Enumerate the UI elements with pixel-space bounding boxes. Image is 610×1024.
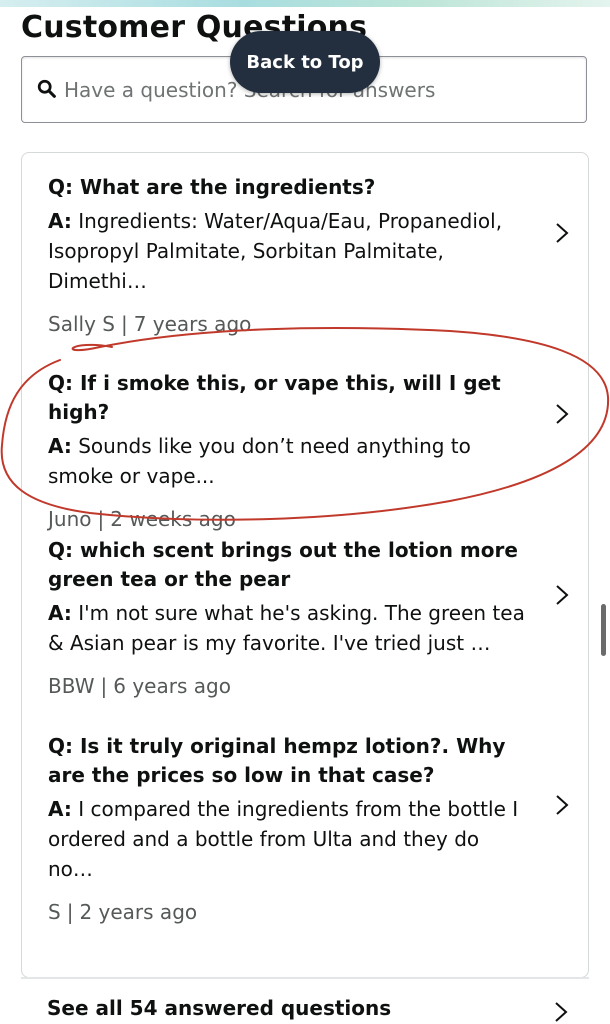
author-name: Juno: [48, 507, 92, 531]
questions-card: Q: What are the ingredients? A: Ingredie…: [21, 152, 589, 978]
qa-item[interactable]: Q: which scent brings out the lotion mor…: [48, 536, 528, 698]
question-text: Q: What are the ingredients?: [48, 175, 376, 199]
answer-body: I'm not sure what he's asking. The green…: [48, 601, 525, 655]
answer-meta: Sally S | 7 years ago: [48, 312, 528, 336]
question-text: Q: If i smoke this, or vape this, will I…: [48, 371, 501, 424]
answer-time: 6 years ago: [113, 674, 231, 698]
meta-separator: |: [66, 900, 74, 924]
chevron-right-icon[interactable]: [553, 1000, 569, 1024]
see-all-questions-link[interactable]: See all 54 answered questions: [47, 996, 391, 1020]
meta-separator: |: [100, 674, 108, 698]
question-text: Q: which scent brings out the lotion mor…: [48, 538, 518, 591]
answer-meta: S | 2 years ago: [48, 900, 528, 924]
answer-text: A: Ingredients: Water/Aqua/Eau, Propaned…: [48, 206, 528, 296]
meta-separator: |: [97, 507, 105, 531]
qa-item[interactable]: Q: Is it truly original hempz lotion?. W…: [48, 732, 528, 924]
chevron-right-icon[interactable]: [554, 583, 570, 607]
answer-prefix: A:: [48, 209, 72, 233]
answer-prefix: A:: [48, 797, 72, 821]
chevron-right-icon[interactable]: [554, 402, 570, 426]
answer-time: 7 years ago: [133, 312, 252, 336]
meta-separator: |: [120, 312, 128, 336]
author-name: BBW: [48, 674, 95, 698]
answer-time: 2 years ago: [79, 900, 198, 924]
question-text: Q: Is it truly original hempz lotion?. W…: [48, 734, 506, 787]
answer-prefix: A:: [48, 601, 72, 625]
answer-text: A: Sounds like you don’t need anything t…: [48, 431, 528, 491]
answer-text: A: I'm not sure what he's asking. The gr…: [48, 598, 528, 658]
back-to-top-button[interactable]: Back to Top: [230, 31, 380, 93]
answer-text: A: I compared the ingredients from the b…: [48, 794, 528, 884]
section-divider: [21, 977, 589, 979]
search-icon: [37, 79, 56, 98]
answer-body: Ingredients: Water/Aqua/Eau, Propanediol…: [48, 209, 503, 293]
chevron-right-icon[interactable]: [554, 793, 570, 817]
author-name: Sally S: [48, 312, 115, 336]
answer-body: Sounds like you don’t need anything to s…: [48, 434, 471, 488]
scrollbar-thumb[interactable]: [601, 604, 606, 656]
qa-item[interactable]: Q: What are the ingredients? A: Ingredie…: [48, 173, 528, 336]
top-accent-bar: [0, 0, 610, 7]
answer-prefix: A:: [48, 434, 72, 458]
answer-meta: BBW | 6 years ago: [48, 674, 528, 698]
author-name: S: [48, 900, 61, 924]
answer-body: I compared the ingredients from the bott…: [48, 797, 519, 881]
answer-meta: Juno | 2 weeks ago: [48, 507, 528, 531]
answer-time: 2 weeks ago: [110, 507, 236, 531]
qa-item[interactable]: Q: If i smoke this, or vape this, will I…: [48, 369, 528, 531]
chevron-right-icon[interactable]: [554, 221, 570, 245]
